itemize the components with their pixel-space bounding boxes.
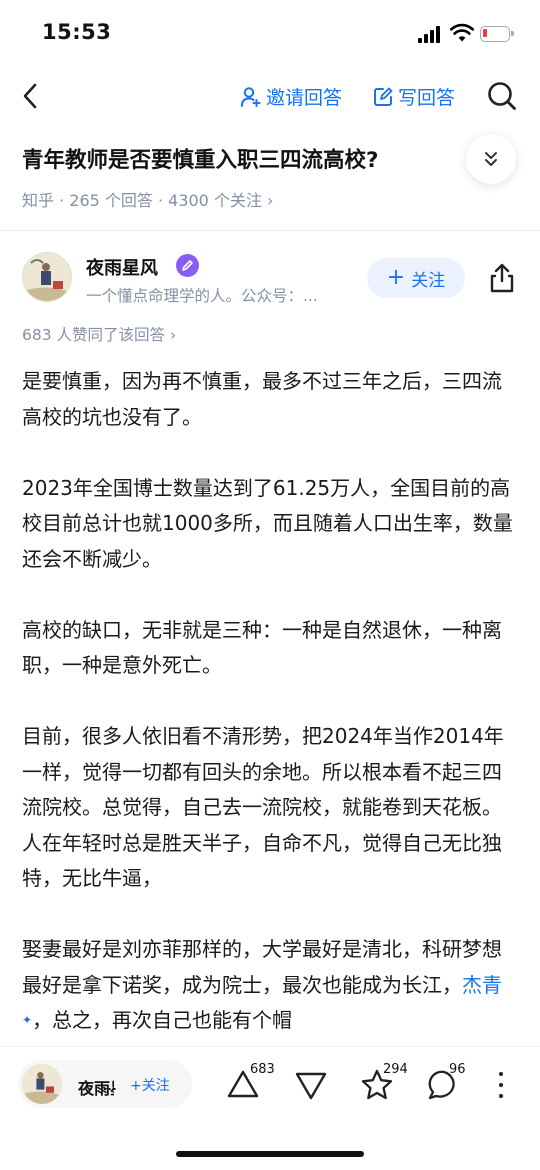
plus-icon: + <box>386 265 406 290</box>
follow-label: 关注 <box>411 270 446 291</box>
author-avatar[interactable] <box>22 252 72 302</box>
back-arrow-icon[interactable] <box>20 82 40 110</box>
answer-paragraph: 2023年全国博士数量达到了61.25万人，全国目前的高校目前总计也就1000多… <box>22 475 513 571</box>
cellular-signal-icon <box>418 26 442 43</box>
author-pill-follow-button[interactable]: +关注 <box>130 1075 170 1095</box>
double-chevron-down-icon <box>485 152 497 166</box>
answer-paragraph: 高校的缺口，无非就是三种：一种是自然退休，一种离职，一种是意外死亡。 <box>22 617 502 678</box>
write-answer-label: 写回答 <box>398 87 456 109</box>
write-answer-button[interactable]: 写回答 <box>372 83 455 110</box>
status-time: 15:53 <box>42 20 112 44</box>
answer-text: 娶妻最好是刘亦菲那样的，大学最好是清北，科研梦想最好是拿下诺奖，成为院士，最次也… <box>22 937 502 997</box>
divider <box>0 230 540 231</box>
author-name[interactable]: 夜雨星风 <box>86 254 158 280</box>
answer-body: 是要慎重，因为再不慎重，最多不过三年之后，三四流高校的坑也没有了。 2023年全… <box>22 364 520 1039</box>
upvote-summary[interactable]: 683 人赞同了该回答 › <box>22 323 176 345</box>
question-title[interactable]: 青年教师是否要慎重入职三四流高校? <box>22 144 462 178</box>
more-options-icon[interactable] <box>496 1072 506 1100</box>
author-pill-avatar[interactable] <box>22 1064 62 1104</box>
battery-icon <box>480 26 514 42</box>
share-icon[interactable] <box>486 262 518 294</box>
upvote-count: 683 <box>250 1062 275 1077</box>
verified-badge-icon <box>176 254 199 277</box>
favorite-count: 294 <box>383 1062 408 1077</box>
collapse-question-button[interactable] <box>466 134 516 184</box>
question-meta[interactable]: 知乎 · 265 个回答 · 4300 个关注 › <box>22 187 273 211</box>
comment-count: 96 <box>449 1062 466 1077</box>
answer-paragraph: 娶妻最好是刘亦菲那样的，大学最好是清北，科研梦想最好是拿下诺奖，成为院士，最次也… <box>22 932 520 1039</box>
keyword-link[interactable]: 杰青 <box>462 973 502 997</box>
invite-answer-button[interactable]: 邀请回答 <box>240 83 342 110</box>
wifi-icon <box>450 23 474 42</box>
author-pill-ellipsis: ... <box>102 1075 118 1094</box>
answer-paragraph: 目前，很多人依旧看不清形势，把2024年当作2014年一样，觉得一切都有回头的余… <box>22 724 504 890</box>
follow-button[interactable]: + 关注 <box>367 258 465 298</box>
edit-pencil-icon <box>374 87 393 106</box>
downvote-icon[interactable] <box>294 1068 328 1102</box>
search-icon[interactable] <box>486 80 518 112</box>
invite-answer-label: 邀请回答 <box>266 87 343 109</box>
invite-person-icon <box>241 86 261 107</box>
home-indicator <box>176 1151 364 1157</box>
answer-text: ，总之，再次自己也能有个帽 <box>32 1008 293 1032</box>
author-bio: 一个懂点命理学的人。公众号：... <box>86 287 318 305</box>
keyword-sparkle-icon: ✦ <box>22 1013 33 1027</box>
answer-paragraph: 是要慎重，因为再不慎重，最多不过三年之后，三四流高校的坑也没有了。 <box>22 369 502 429</box>
